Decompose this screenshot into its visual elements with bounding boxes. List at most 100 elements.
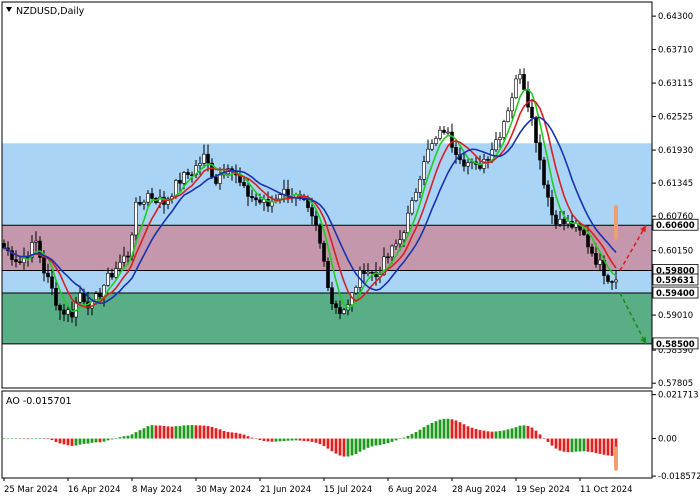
- ao-bar: [218, 429, 222, 439]
- ao-bar: [514, 427, 518, 439]
- candle-body: [362, 270, 366, 275]
- candle-body: [126, 255, 130, 258]
- ao-bar: [70, 438, 74, 446]
- ao-bar: [74, 438, 78, 446]
- price-tick-label-4: 0.61930: [658, 146, 693, 156]
- candle-body: [522, 74, 526, 90]
- ao-bar: [190, 425, 194, 439]
- ao-bar: [426, 424, 430, 439]
- ao-bar: [542, 438, 546, 439]
- candle-body: [546, 184, 550, 198]
- candle-body: [338, 307, 342, 314]
- ao-bar: [82, 438, 86, 444]
- price-tick-label-1: 0.63710: [658, 45, 693, 55]
- ao-bar: [606, 438, 610, 456]
- candle-body: [182, 172, 186, 184]
- ao-bar: [534, 430, 538, 439]
- ao-bar: [78, 438, 82, 445]
- candle-body: [506, 110, 510, 122]
- candle-body: [446, 131, 450, 134]
- candle-body: [366, 271, 370, 275]
- candle-body: [454, 147, 458, 155]
- ao-bar: [294, 438, 298, 441]
- candle-body: [614, 279, 618, 283]
- candle-body: [510, 97, 514, 112]
- candle-body: [594, 253, 598, 265]
- candle-body: [422, 161, 426, 180]
- ao-bar: [338, 438, 342, 456]
- candle-body: [242, 182, 246, 186]
- ao-histogram: [2, 418, 618, 471]
- candle-body: [518, 74, 522, 80]
- candle-body: [42, 257, 46, 274]
- level-label-0: 0.60600: [656, 221, 695, 231]
- candle-body: [98, 293, 102, 298]
- ao-bar: [14, 438, 18, 440]
- price-tick-label-10: 0.57805: [658, 379, 693, 389]
- ao-bar: [470, 427, 474, 439]
- ao-bar: [246, 436, 250, 439]
- candle-body: [394, 243, 398, 247]
- ao-bar: [574, 438, 578, 452]
- candle-body: [150, 193, 154, 199]
- candle-body: [370, 271, 374, 274]
- level-label-3: 0.59400: [656, 289, 695, 299]
- price-tick-label-7: 0.60150: [658, 247, 693, 257]
- ao-bar: [26, 438, 30, 440]
- candle-body: [246, 185, 250, 197]
- ao-bar: [134, 432, 138, 439]
- ao-bar: [298, 438, 302, 441]
- collapse-triangle-icon[interactable]: [6, 7, 12, 12]
- ao-bar: [454, 420, 458, 439]
- ao-bar: [182, 425, 186, 439]
- ao-bar: [170, 426, 174, 439]
- ao-bar: [306, 438, 310, 442]
- ao-bar: [102, 438, 106, 442]
- candle-body: [450, 131, 454, 148]
- ao-bar: [286, 438, 290, 441]
- ao-bar: [30, 438, 34, 440]
- candle-body: [398, 239, 402, 245]
- candle-body: [258, 199, 262, 203]
- ao-bar: [498, 431, 502, 439]
- ao-bar: [490, 431, 494, 439]
- ao-bar: [414, 432, 418, 439]
- ao-bar: [370, 438, 374, 447]
- ao-bar: [446, 418, 450, 439]
- ao-bar: [166, 426, 170, 439]
- level-label-2: 0.59631: [656, 276, 695, 286]
- ao-bar: [382, 438, 386, 445]
- candle-body: [434, 138, 438, 144]
- candle-body: [122, 255, 126, 263]
- candle-body: [334, 303, 338, 308]
- ao-bar: [150, 425, 154, 439]
- ao-bar: [226, 431, 230, 439]
- ao-bar: [18, 438, 22, 440]
- ao-bar: [222, 430, 226, 439]
- candle-body: [254, 197, 258, 201]
- candle-body: [582, 229, 586, 236]
- candle-body: [538, 142, 542, 161]
- ao-bar: [602, 438, 606, 455]
- ao-bar: [510, 428, 514, 439]
- ao-bar: [526, 426, 530, 439]
- ao-bar: [390, 438, 394, 442]
- ao-bar: [274, 438, 278, 442]
- candle-body: [590, 246, 594, 254]
- ao-bar: [254, 438, 258, 440]
- ao-bar: [538, 434, 542, 439]
- ao-bar: [482, 430, 486, 439]
- candle-body: [342, 309, 346, 314]
- candle-body: [202, 153, 206, 164]
- ao-bar: [430, 422, 434, 439]
- last-bar-marker: [614, 205, 618, 240]
- ao-bar: [110, 438, 114, 440]
- ao-bar: [210, 426, 214, 439]
- candle-body: [562, 218, 566, 225]
- ao-bar: [354, 438, 358, 455]
- candle-body: [62, 309, 66, 315]
- date-tick-label-4: 21 Jun 2024: [260, 485, 311, 495]
- ao-bar: [122, 436, 126, 439]
- ao-bar: [114, 438, 118, 439]
- ao-bar: [546, 438, 550, 442]
